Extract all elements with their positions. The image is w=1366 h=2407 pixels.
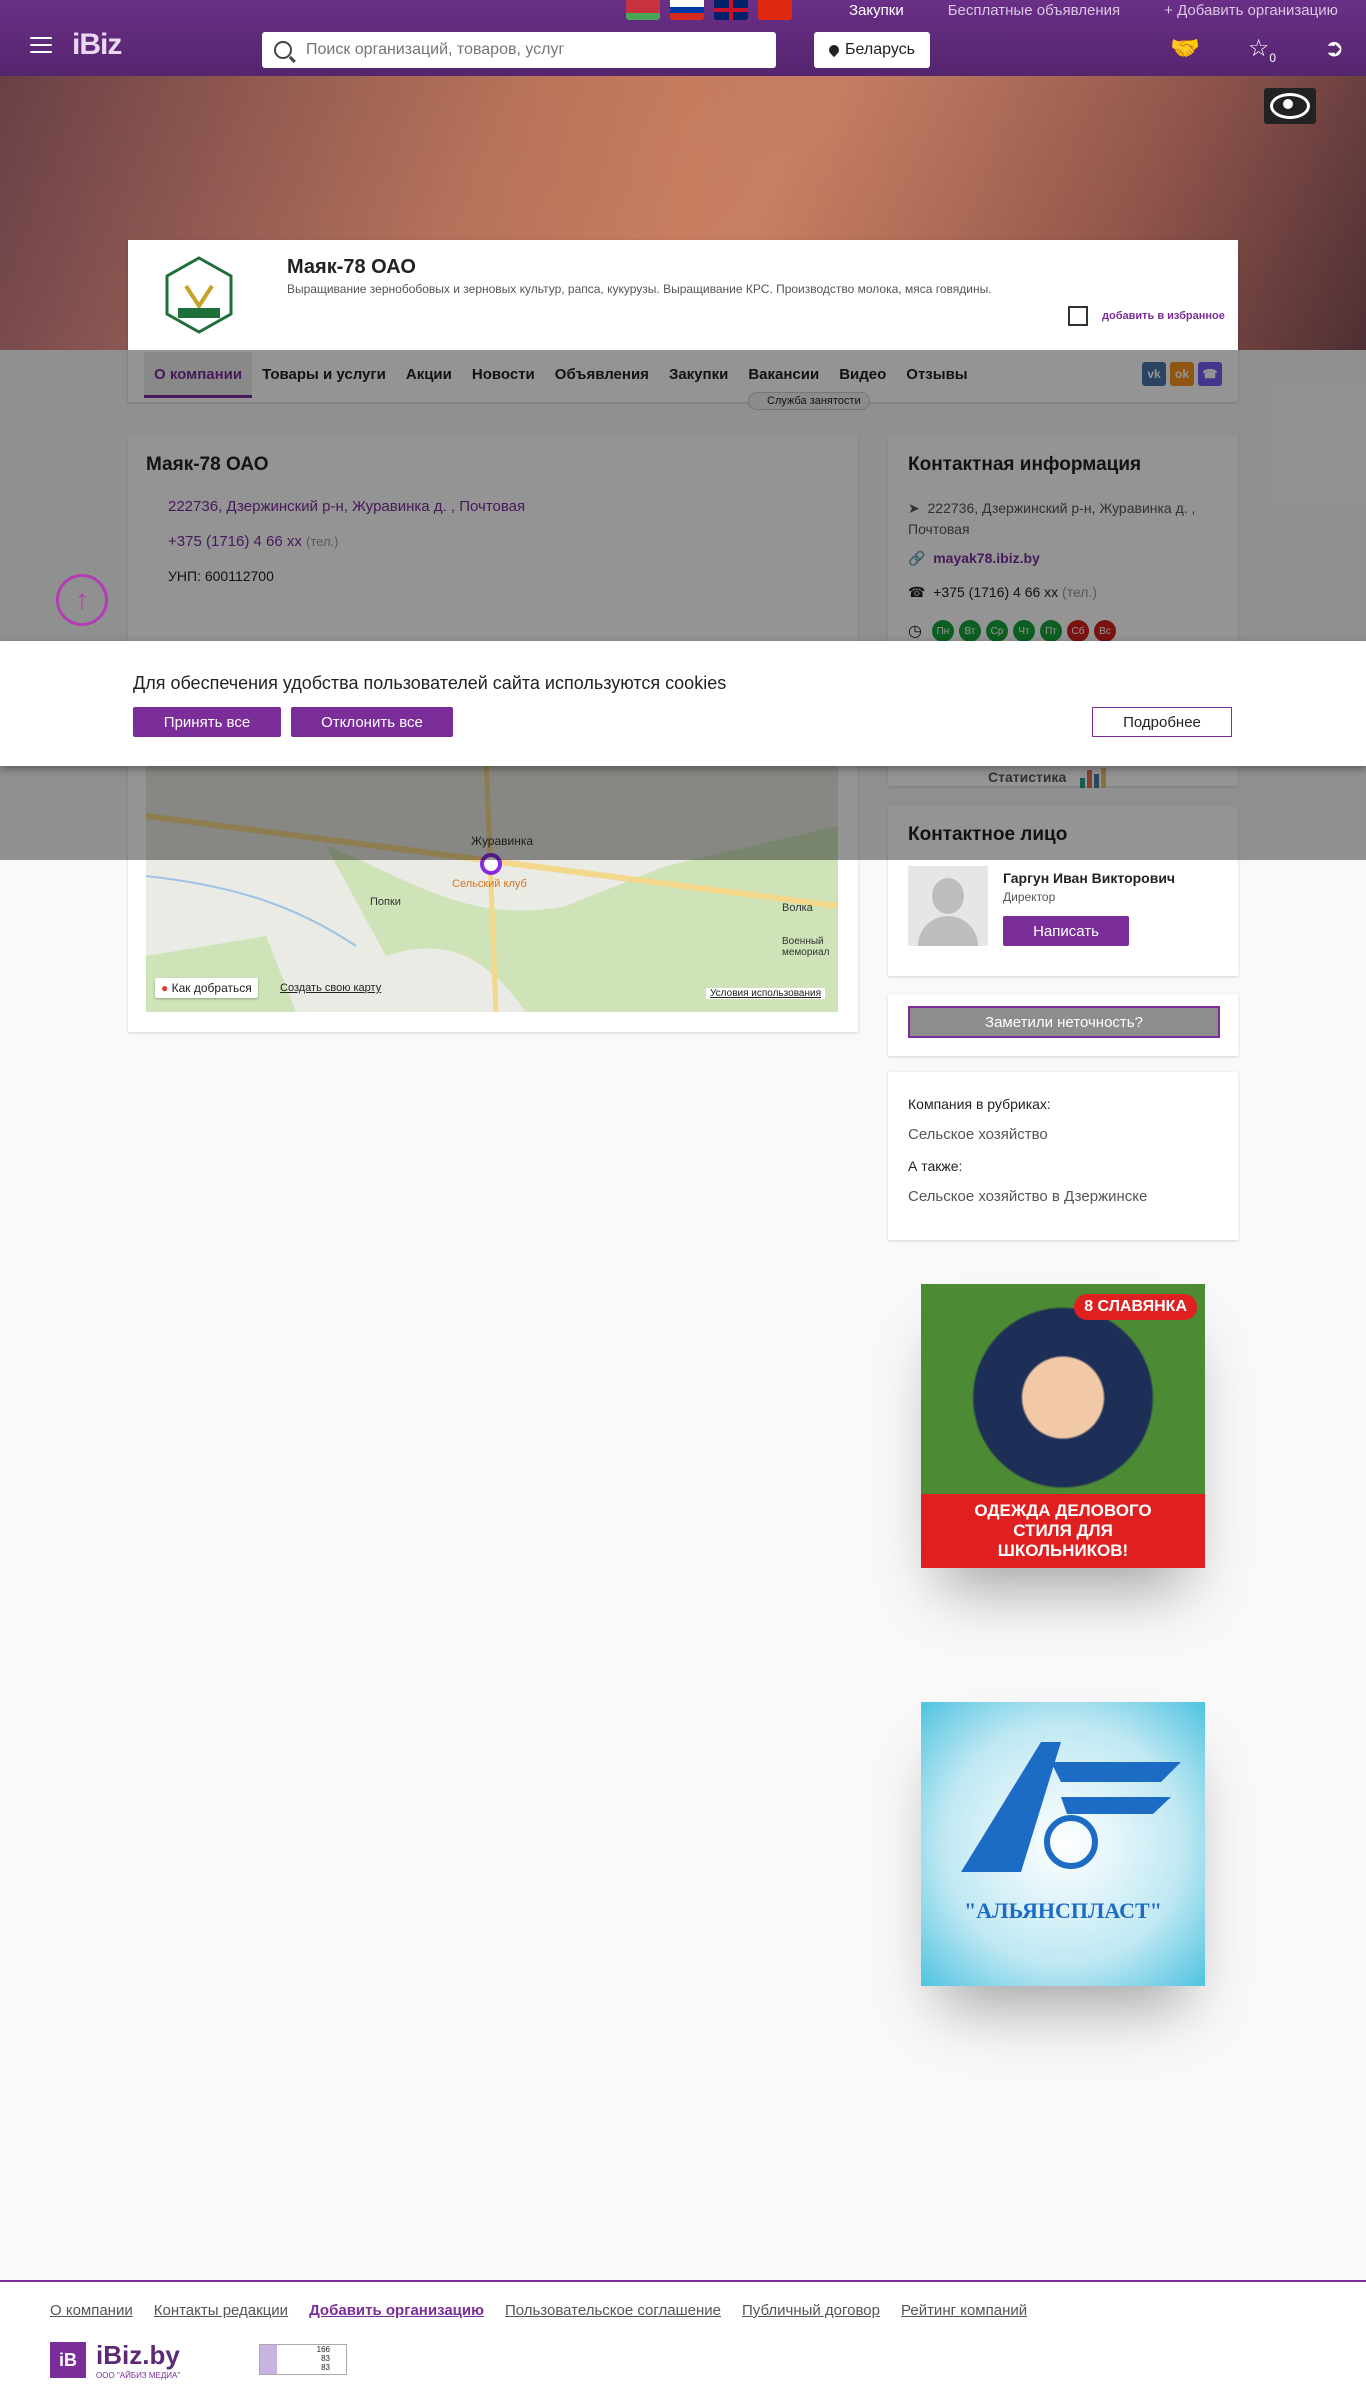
cookie-accept-button[interactable]: Принять все <box>133 707 281 737</box>
search-box <box>262 32 776 68</box>
write-button[interactable]: Написать <box>1003 916 1129 946</box>
map-label-popki: Попки <box>370 896 401 908</box>
counter-views: 166 <box>316 2345 330 2354</box>
rubrics-panel: Компания в рубриках: Сельское хозяйство … <box>888 1072 1238 1240</box>
ad1-brand: 8 СЛАВЯНКА <box>1074 1294 1197 1320</box>
top-link-purchases[interactable]: Закупки <box>849 2 904 19</box>
map-label-memorial: Военный мемориал <box>782 936 830 958</box>
footer-link-contract[interactable]: Публичный договор <box>742 2302 880 2319</box>
cookie-dim-top <box>0 350 1366 641</box>
counter-visits: 83 <box>321 2354 330 2363</box>
avatar <box>908 866 988 946</box>
language-switcher <box>626 0 792 20</box>
cookie-banner: Для обеспечения удобства пользователей с… <box>0 641 1366 766</box>
footer-logo[interactable]: iB iBiz.by ООО "АЙБИЗ МЕДИА" <box>50 2340 180 2380</box>
flag-ru-icon[interactable] <box>670 0 704 20</box>
footer-logo-text: iBiz.by <box>96 2340 180 2370</box>
search-icon[interactable] <box>274 41 292 59</box>
flag-en-icon[interactable] <box>714 0 748 20</box>
rubrics-value[interactable]: Сельское хозяйство <box>908 1126 1048 1143</box>
add-to-favorites[interactable]: добавить в избранное <box>1068 306 1225 326</box>
top-link-add-org[interactable]: + Добавить организацию <box>1164 2 1338 19</box>
login-icon[interactable]: ➲ <box>1324 34 1344 65</box>
region-button[interactable]: Беларусь <box>814 32 930 68</box>
person-name: Гаргун Иван Викторович <box>1003 870 1176 886</box>
flag-cn-icon[interactable] <box>758 0 792 20</box>
map-route-button[interactable]: ● Как добраться <box>155 978 258 998</box>
map-label-volka: Волка <box>782 902 813 914</box>
map-route-label: Как добраться <box>171 981 252 995</box>
map-pin-icon: ● <box>161 981 169 995</box>
scroll-up-arrow-icon[interactable]: ↑ <box>56 574 108 626</box>
search-input[interactable] <box>304 40 748 60</box>
ad2-brand: "АЛЬЯНСПЛАСТ" <box>964 1898 1162 1923</box>
region-label: Беларусь <box>845 41 915 58</box>
favorites-icon[interactable]: ☆0 <box>1248 34 1276 65</box>
footer-link-add-org[interactable]: Добавить организацию <box>309 2302 484 2319</box>
favorites-count: 0 <box>1269 50 1277 65</box>
handshake-icon[interactable]: 🤝 <box>1170 34 1200 65</box>
cookie-decline-button[interactable]: Отклонить все <box>291 707 453 737</box>
flag-by-icon[interactable] <box>626 0 660 20</box>
report-panel: Заметили неточность? <box>888 994 1238 1056</box>
report-inaccuracy-button[interactable]: Заметили неточность? <box>908 1006 1220 1038</box>
rubrics-label: Компания в рубриках: <box>908 1096 1051 1112</box>
map-terms-link[interactable]: Условия использования <box>706 988 825 999</box>
cookie-dim-bottom <box>0 766 1366 860</box>
cookie-text: Для обеспечения удобства пользователей с… <box>133 673 727 693</box>
footer-link-rating[interactable]: Рейтинг компаний <box>901 2302 1027 2319</box>
cookie-more-button[interactable]: Подробнее <box>1092 707 1232 737</box>
location-pin-icon <box>826 42 842 58</box>
person-role: Директор <box>1003 890 1056 904</box>
top-bar: Закупки Бесплатные объявления + Добавить… <box>0 0 1366 76</box>
rubrics-also-value[interactable]: Сельское хозяйство в Дзержинске <box>908 1188 1147 1205</box>
company-description: Выращивание зернобобовых и зерновых куль… <box>287 282 992 296</box>
footer-links: О компании Контакты редакции Добавить ор… <box>50 2302 1027 2319</box>
footer-link-about[interactable]: О компании <box>50 2302 133 2319</box>
site-logo[interactable]: iBiz <box>72 28 122 62</box>
top-link-free-ads[interactable]: Бесплатные объявления <box>948 2 1120 19</box>
ad-alyansplast[interactable]: "АЛЬЯНСПЛАСТ" <box>921 1702 1205 1986</box>
company-name: Маяк-78 ОАО <box>287 256 416 278</box>
ad1-text: ОДЕЖДА ДЕЛОВОГО СТИЛЯ ДЛЯ ШКОЛЬНИКОВ! <box>921 1494 1205 1568</box>
top-links: Закупки Бесплатные объявления + Добавить… <box>849 2 1338 19</box>
favorite-checkbox[interactable] <box>1068 306 1088 326</box>
footer-logo-icon: iB <box>50 2342 86 2378</box>
company-logo <box>165 256 233 334</box>
map-create-link[interactable]: Создать свою карту <box>280 982 381 994</box>
footer-logo-sub: ООО "АЙБИЗ МЕДИА" <box>96 2371 181 2380</box>
footer-link-agreement[interactable]: Пользовательское соглашение <box>505 2302 721 2319</box>
header-icons: 🤝 ☆0 ➲ <box>1170 34 1344 65</box>
counter-visitors: 83 <box>321 2363 330 2372</box>
menu-icon[interactable] <box>30 37 52 53</box>
footer: О компании Контакты редакции Добавить ор… <box>0 2280 1366 2407</box>
ad-slavyanka[interactable]: 8 СЛАВЯНКА ОДЕЖДА ДЕЛОВОГО СТИЛЯ ДЛЯ ШКО… <box>921 1284 1205 1568</box>
favorite-label: добавить в избранное <box>1102 310 1225 322</box>
alyansplast-logo <box>961 1742 1181 1872</box>
footer-link-contacts[interactable]: Контакты редакции <box>154 2302 288 2319</box>
map-label-club: Сельский клуб <box>452 878 527 890</box>
accessibility-eye-icon[interactable] <box>1264 88 1316 124</box>
visit-counter[interactable]: 166 83 83 <box>259 2344 347 2375</box>
rubrics-also-label: А также: <box>908 1158 963 1174</box>
